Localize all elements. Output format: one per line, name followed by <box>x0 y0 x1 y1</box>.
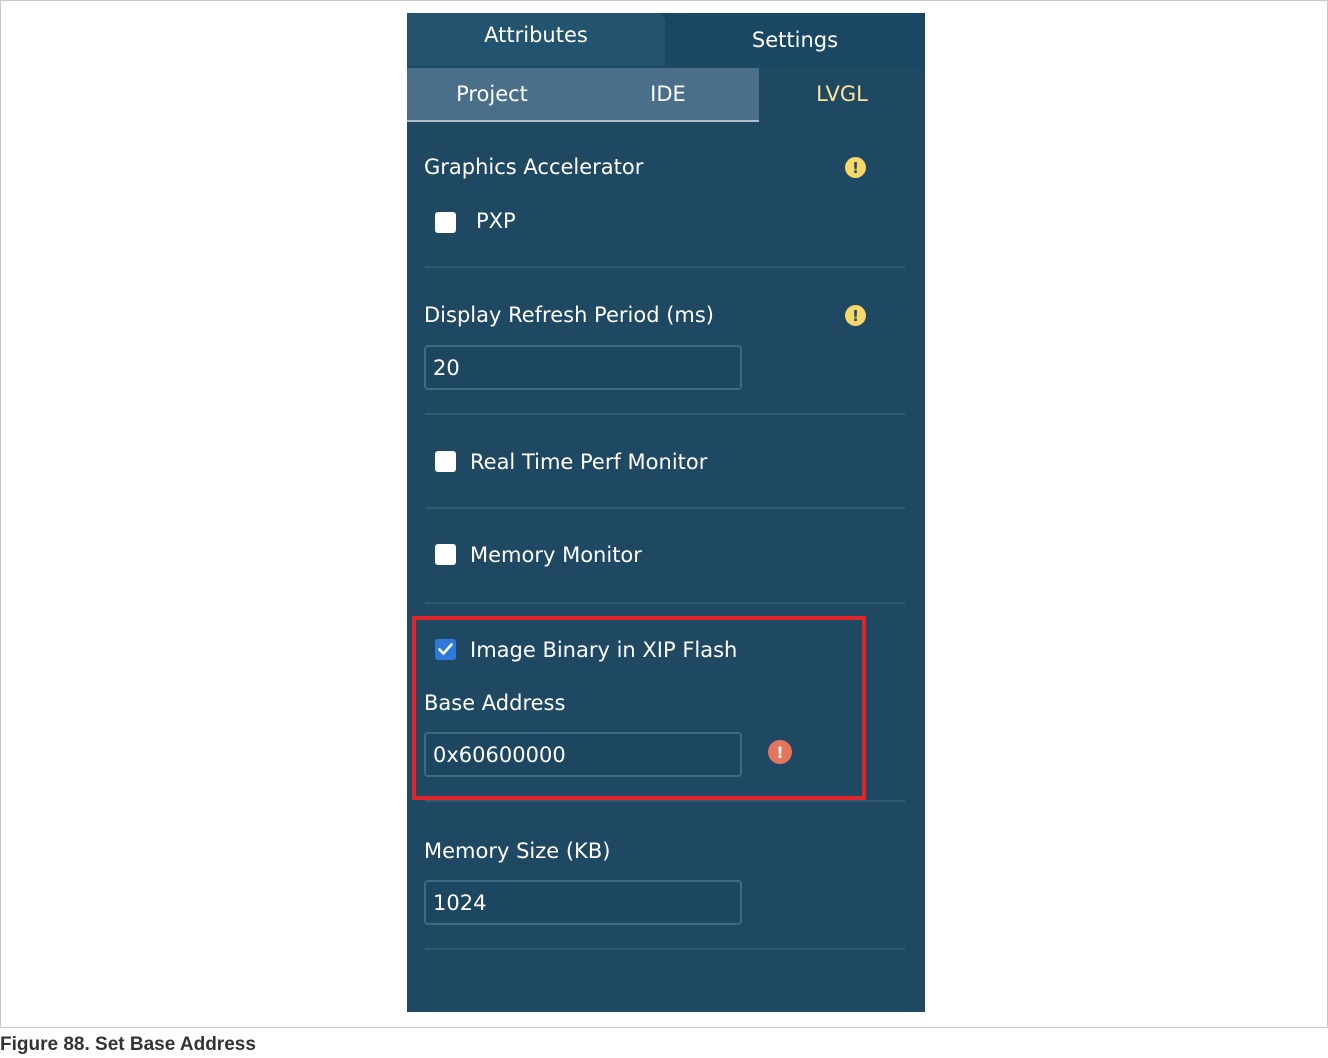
memory-monitor-checkbox[interactable] <box>435 544 456 565</box>
graphics-accelerator-label: Graphics Accelerator <box>424 155 644 179</box>
highlight-box <box>412 616 866 800</box>
figure-caption: Figure 88. Set Base Address <box>0 1034 256 1055</box>
memory-size-input[interactable]: 1024 <box>424 880 742 925</box>
real-time-perf-checkbox[interactable] <box>435 451 456 472</box>
tab-settings-label: Settings <box>751 27 839 52</box>
divider <box>425 413 905 415</box>
divider <box>425 602 905 604</box>
divider <box>425 948 905 950</box>
divider <box>425 266 905 268</box>
tab-attributes-label: Attributes <box>484 22 588 47</box>
settings-panel: Attributes Settings Project IDE LVGL Gra… <box>407 13 925 1012</box>
tab-settings[interactable]: Settings <box>665 13 925 66</box>
subtab-lvgl[interactable]: LVGL <box>759 68 925 120</box>
top-tab-bar: Attributes Settings <box>407 13 925 66</box>
pxp-checkbox[interactable] <box>435 212 456 233</box>
memory-monitor-label: Memory Monitor <box>470 543 642 567</box>
real-time-perf-label: Real Time Perf Monitor <box>470 450 708 474</box>
sub-tab-bar: Project IDE LVGL <box>407 68 925 122</box>
warning-icon: ! <box>845 157 866 178</box>
display-refresh-label: Display Refresh Period (ms) <box>424 303 715 327</box>
warning-icon: ! <box>845 305 866 326</box>
subtab-ide[interactable]: IDE <box>577 68 759 120</box>
memory-size-label: Memory Size (KB) <box>424 839 611 863</box>
subtab-project[interactable]: Project <box>407 68 577 120</box>
divider <box>425 800 905 802</box>
pxp-label: PXP <box>476 209 516 233</box>
display-refresh-input[interactable]: 20 <box>424 345 742 390</box>
tab-attributes[interactable]: Attributes <box>407 13 665 66</box>
divider <box>425 507 905 509</box>
